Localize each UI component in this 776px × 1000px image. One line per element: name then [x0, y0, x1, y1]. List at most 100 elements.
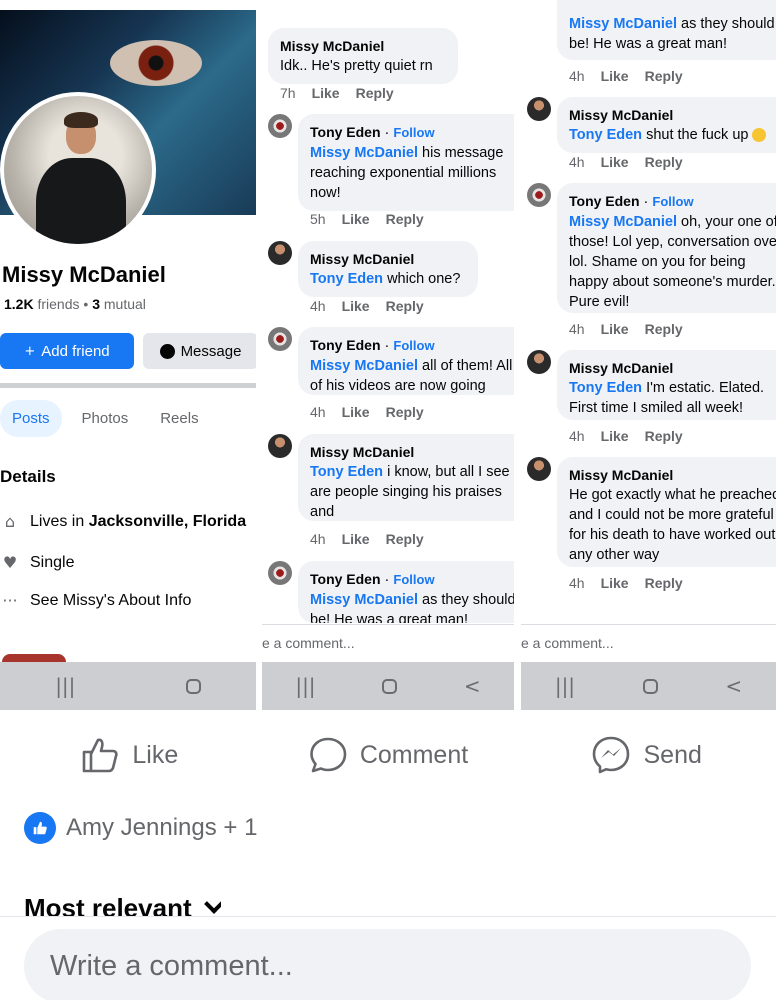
- lives-in-row: ⌂ Lives in Jacksonville, Florida: [0, 512, 246, 531]
- reply-link[interactable]: Reply: [386, 211, 424, 227]
- comment-bubble[interactable]: Missy McDaniel Tony Eden I'm estatic. El…: [557, 350, 776, 420]
- cover-eye-art: [110, 40, 202, 86]
- comment-meta: 7h Like Reply: [280, 85, 394, 101]
- recents-icon[interactable]: |||: [555, 674, 575, 698]
- comment-meta: 4h Like Reply: [569, 428, 683, 444]
- comment-bubble[interactable]: Missy McDaniel as they should be! He was…: [557, 0, 776, 60]
- write-comment-input[interactable]: e a comment...: [521, 624, 776, 662]
- comment-bubble[interactable]: Missy McDaniel Tony Eden which one?: [298, 241, 478, 297]
- comment-meta: 4h Like Reply: [569, 321, 683, 337]
- like-link[interactable]: Like: [601, 68, 629, 84]
- like-link[interactable]: Like: [342, 298, 370, 314]
- reply-link[interactable]: Reply: [645, 321, 683, 337]
- avatar[interactable]: [268, 327, 292, 351]
- follow-link[interactable]: Follow: [393, 572, 434, 587]
- add-person-icon: +: [24, 343, 36, 359]
- like-link[interactable]: Like: [342, 211, 370, 227]
- home-button-icon[interactable]: [642, 678, 658, 694]
- like-link[interactable]: Like: [601, 428, 629, 444]
- message-button[interactable]: Message: [143, 333, 256, 369]
- profile-tabs: Posts Photos Reels: [0, 400, 211, 437]
- android-nav-bar: ||| <: [521, 662, 776, 710]
- avatar[interactable]: [527, 350, 551, 374]
- home-button-icon[interactable]: [185, 678, 201, 694]
- reply-link[interactable]: Reply: [386, 404, 424, 420]
- comment-meta: 4h Like Reply: [569, 154, 683, 170]
- comment-bubble-icon: [310, 737, 347, 773]
- section-divider: [0, 383, 256, 388]
- like-link[interactable]: Like: [342, 531, 370, 547]
- like-link[interactable]: Like: [601, 575, 629, 591]
- comments-panel-3: Missy McDaniel as they should be! He was…: [521, 0, 776, 710]
- profile-panel: Missy McDaniel 1.2K friends • 3 mutual +…: [0, 0, 256, 710]
- reply-link[interactable]: Reply: [645, 428, 683, 444]
- write-comment-input[interactable]: e a comment...: [262, 624, 514, 662]
- comment-bubble[interactable]: Missy McDaniel Tony Eden shut the fuck u…: [557, 97, 776, 153]
- comment-bubble[interactable]: Tony Eden · Follow Missy McDaniel all of…: [298, 327, 514, 395]
- comment-bubble[interactable]: Missy McDaniel Tony Eden i know, but all…: [298, 434, 514, 521]
- reply-link[interactable]: Reply: [356, 85, 394, 101]
- avatar[interactable]: [527, 457, 551, 481]
- post-actions-bar: Like Comment Send: [0, 725, 776, 785]
- avatar[interactable]: [268, 561, 292, 585]
- relationship-row: ♥ Single: [0, 553, 75, 572]
- details-heading: Details: [0, 467, 56, 486]
- thumbs-up-icon: [83, 738, 119, 773]
- comment-meta: 4h Like Reply: [310, 531, 424, 547]
- messenger-icon: [159, 343, 175, 359]
- avatar[interactable]: [268, 114, 292, 138]
- avatar[interactable]: [527, 183, 551, 207]
- reactions-summary[interactable]: Amy Jennings + 1: [24, 812, 257, 844]
- comment-bubble[interactable]: Tony Eden · Follow Missy McDaniel as the…: [298, 561, 514, 623]
- comment-bubble[interactable]: Missy McDaniel He got exactly what he pr…: [557, 457, 776, 567]
- tab-posts[interactable]: Posts: [0, 400, 62, 437]
- like-link[interactable]: Like: [312, 85, 340, 101]
- android-nav-bar: |||: [0, 662, 256, 710]
- about-info-link[interactable]: ··· See Missy's About Info: [0, 591, 191, 610]
- friends-summary[interactable]: 1.2K friends • 3 mutual: [4, 296, 146, 312]
- avatar[interactable]: [268, 434, 292, 458]
- like-reaction-icon: [24, 812, 56, 844]
- messenger-icon: [593, 736, 630, 774]
- follow-link[interactable]: Follow: [652, 194, 693, 209]
- add-friend-button[interactable]: + Add friend: [0, 333, 134, 369]
- back-icon[interactable]: <: [725, 674, 742, 698]
- home-button-icon[interactable]: [382, 678, 398, 694]
- tab-reels[interactable]: Reels: [148, 400, 210, 437]
- reply-link[interactable]: Reply: [645, 575, 683, 591]
- comment-meta: 5h Like Reply: [310, 211, 424, 227]
- comment-meta: 4h Like Reply: [569, 575, 683, 591]
- reply-link[interactable]: Reply: [386, 298, 424, 314]
- comment-bubble[interactable]: Missy McDaniel Idk.. He's pretty quiet r…: [268, 28, 458, 84]
- android-nav-bar: ||| <: [262, 662, 514, 710]
- more-icon: ···: [2, 591, 18, 610]
- like-link[interactable]: Like: [601, 154, 629, 170]
- comment-button[interactable]: Comment: [259, 725, 518, 785]
- comment-bubble[interactable]: Tony Eden · Follow Missy McDaniel his me…: [298, 114, 514, 211]
- send-button[interactable]: Send: [517, 725, 776, 785]
- comment-meta: 4h Like Reply: [569, 68, 683, 84]
- avatar[interactable]: [527, 97, 551, 121]
- avatar[interactable]: [0, 92, 156, 248]
- like-button[interactable]: Like: [0, 725, 259, 785]
- follow-link[interactable]: Follow: [393, 338, 434, 353]
- divider: [0, 916, 776, 917]
- write-comment-field[interactable]: Write a comment...: [24, 929, 751, 1000]
- tab-photos[interactable]: Photos: [70, 400, 141, 437]
- like-link[interactable]: Like: [601, 321, 629, 337]
- avatar[interactable]: [268, 241, 292, 265]
- comment-sort-dropdown[interactable]: Most relevant: [24, 893, 221, 917]
- reply-link[interactable]: Reply: [645, 68, 683, 84]
- reply-link[interactable]: Reply: [386, 531, 424, 547]
- follow-link[interactable]: Follow: [393, 125, 434, 140]
- comments-panel-2: Missy McDaniel Idk.. He's pretty quiet r…: [262, 0, 514, 710]
- recents-icon[interactable]: |||: [295, 674, 315, 698]
- comment-bubble[interactable]: Tony Eden · Follow Missy McDaniel oh, yo…: [557, 183, 776, 313]
- laughing-emoji-icon: [752, 128, 767, 143]
- reply-link[interactable]: Reply: [645, 154, 683, 170]
- profile-name: Missy McDaniel: [2, 262, 166, 287]
- like-link[interactable]: Like: [342, 404, 370, 420]
- chevron-down-icon: [203, 894, 221, 914]
- recents-icon[interactable]: |||: [55, 674, 75, 698]
- back-icon[interactable]: <: [464, 674, 481, 698]
